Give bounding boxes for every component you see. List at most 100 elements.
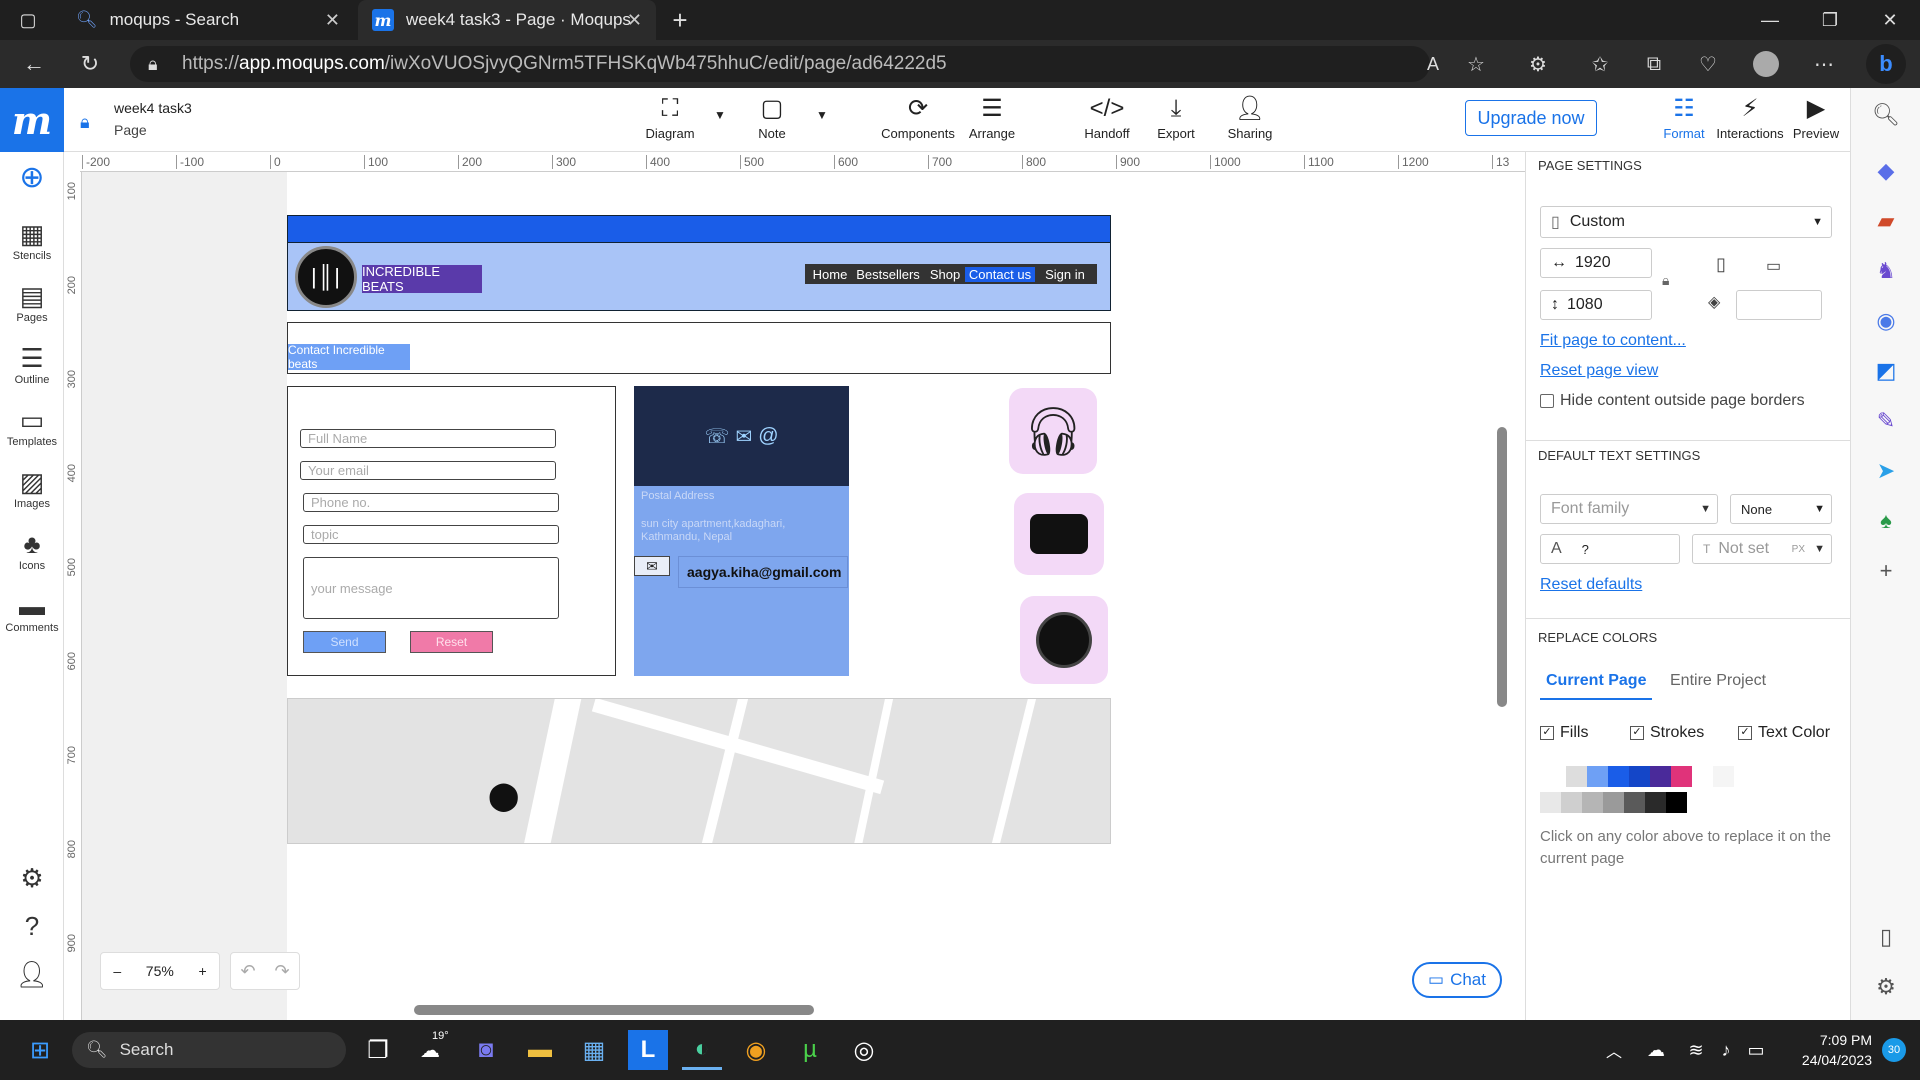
note-button[interactable]: ▢ Note	[732, 92, 812, 141]
font-size-field[interactable]: T Not set PX ▼	[1692, 534, 1832, 564]
color-swatch[interactable]	[1608, 766, 1629, 787]
chevron-down-icon[interactable]: ▼	[816, 108, 828, 122]
color-swatch[interactable]	[1561, 792, 1582, 813]
text-color-field[interactable]: A?	[1540, 534, 1680, 564]
nav-shop[interactable]: Shop	[925, 267, 965, 282]
windows-start-icon[interactable]: ⊞	[20, 1030, 60, 1070]
help-button[interactable]: ?	[0, 910, 64, 942]
color-swatch[interactable]	[1566, 766, 1587, 787]
send-icon[interactable]: ➤	[1851, 458, 1920, 484]
file-explorer-icon[interactable]: ▬	[520, 1030, 560, 1070]
color-swatch[interactable]	[1624, 792, 1645, 813]
color-swatch[interactable]	[1582, 792, 1603, 813]
color-swatch[interactable]	[1540, 792, 1561, 813]
nav-sign-in[interactable]: Sign in	[1035, 267, 1095, 282]
undo-icon[interactable]: ↶	[240, 961, 255, 982]
rail-images[interactable]: ▨ Images	[0, 466, 64, 510]
vertical-scrollbar[interactable]	[1497, 427, 1507, 707]
rail-stencils[interactable]: ▦ Stencils	[0, 218, 64, 262]
color-swatch[interactable]	[1671, 766, 1692, 787]
maximize-button[interactable]: ❐	[1800, 0, 1860, 40]
search-icon[interactable]: 🔍︎	[1851, 102, 1920, 128]
tab-entire-project[interactable]: Entire Project	[1670, 672, 1766, 690]
add-favorite-icon[interactable]: ☆	[1458, 46, 1494, 82]
page-width-input[interactable]: ↔ 1920	[1540, 248, 1652, 278]
toolbox-icon[interactable]: ▰	[1851, 208, 1920, 234]
utorrent-icon[interactable]: µ	[790, 1030, 830, 1070]
lock-ratio-icon[interactable]: 🔒︎	[1662, 272, 1669, 289]
back-icon[interactable]: ←	[16, 46, 52, 82]
new-tab-button[interactable]: +	[660, 0, 700, 40]
taskbar-search[interactable]: 🔍︎ Search	[72, 1032, 346, 1068]
profile-avatar[interactable]	[1748, 46, 1784, 82]
sharing-button[interactable]: 👤︎ Sharing	[1210, 92, 1290, 141]
moqups-logo[interactable]: m	[0, 88, 64, 152]
refresh-icon[interactable]: ↻	[72, 46, 108, 82]
upgrade-now-button[interactable]: Upgrade now	[1465, 100, 1597, 136]
canvas[interactable]: |║| INCREDIBLE BEATS Home Bestsellers Sh…	[82, 172, 1507, 1020]
reset-button[interactable]: Reset	[410, 631, 493, 653]
tab-week4-task3[interactable]: m week4 task3 - Page · Moqups ✕	[358, 0, 656, 40]
full-name-input[interactable]: Full Name	[300, 429, 556, 448]
clock[interactable]: 7:09 PM 24/04/2023	[1776, 1030, 1872, 1070]
zoom-level[interactable]: 75%	[146, 963, 174, 979]
rail-pages[interactable]: ▤ Pages	[0, 280, 64, 324]
arrange-button[interactable]: ☰ Arrange	[952, 92, 1032, 141]
sidebar-toggle-icon[interactable]: ▢	[0, 0, 56, 40]
close-window-button[interactable]: ✕	[1860, 0, 1920, 40]
font-family-select[interactable]: Font family ▼	[1540, 494, 1718, 524]
rail-comments[interactable]: ▬ Comments	[0, 590, 64, 634]
nav-home[interactable]: Home	[809, 267, 851, 282]
cloud-icon[interactable]: ☁	[1636, 1030, 1676, 1070]
designer-icon[interactable]: ✎	[1851, 408, 1920, 434]
chevron-down-icon[interactable]: ▼	[714, 108, 726, 122]
chat-button[interactable]: ▭ Chat	[1412, 962, 1502, 998]
favorites-icon[interactable]: ✩	[1582, 46, 1618, 82]
tree-icon[interactable]: ♠	[1851, 508, 1920, 534]
landscape-icon[interactable]: ▭	[1766, 256, 1781, 276]
handoff-button[interactable]: </> Handoff	[1067, 92, 1147, 141]
user-avatar[interactable]: 👤︎	[0, 958, 64, 990]
color-swatch[interactable]	[1587, 766, 1608, 787]
games-icon[interactable]: ♞	[1851, 258, 1920, 284]
fill-color-icon[interactable]: ◈	[1708, 292, 1720, 312]
bing-icon[interactable]: b	[1866, 44, 1906, 84]
teams-icon[interactable]: ◙	[466, 1030, 506, 1070]
copilot-icon[interactable]: ◉	[1851, 308, 1920, 334]
add-button[interactable]: ⊕	[0, 162, 64, 194]
minimize-button[interactable]: —	[1740, 0, 1800, 40]
settings-button[interactable]: ⚙	[0, 862, 64, 894]
portrait-icon[interactable]: ▯	[1716, 254, 1726, 275]
fills-checkbox[interactable]: ✓ Fills	[1540, 724, 1588, 742]
topic-input[interactable]: topic	[303, 525, 559, 544]
project-name[interactable]: week4 task3	[114, 100, 192, 116]
battery-icon[interactable]: ▭	[1736, 1030, 1776, 1070]
chevron-up-icon[interactable]: ︿	[1594, 1030, 1634, 1070]
task-view-icon[interactable]: ❐	[358, 1030, 398, 1070]
diagram-button[interactable]: ⛶ Diagram	[630, 92, 710, 141]
obs-icon[interactable]: ◎	[844, 1030, 884, 1070]
rail-templates[interactable]: ▭ Templates	[0, 404, 64, 448]
color-swatch[interactable]	[1603, 792, 1624, 813]
fit-page-link[interactable]: Fit page to content...	[1540, 332, 1686, 350]
lock-icon[interactable]: 🔒︎	[80, 112, 90, 133]
more-menu-icon[interactable]: ⋯	[1806, 46, 1842, 82]
close-tab-icon[interactable]: ✕	[627, 10, 642, 31]
send-button[interactable]: Send	[303, 631, 386, 653]
email-input[interactable]: Your email	[300, 461, 556, 480]
color-swatch[interactable]	[1713, 766, 1734, 787]
message-textarea[interactable]: your message	[303, 557, 559, 619]
color-swatch[interactable]	[1629, 766, 1650, 787]
outlook-icon[interactable]: ◩	[1851, 358, 1920, 384]
notification-badge[interactable]: 30	[1882, 1038, 1906, 1062]
color-swatch[interactable]	[1666, 792, 1687, 813]
l-app-icon[interactable]: L	[628, 1030, 668, 1070]
read-aloud-icon[interactable]: A	[1415, 46, 1451, 82]
store-icon[interactable]: ▦	[574, 1030, 614, 1070]
gear-icon[interactable]: ⚙	[1851, 974, 1920, 1000]
tag-icon[interactable]: ◆	[1851, 158, 1920, 184]
zoom-in-button[interactable]: +	[198, 963, 206, 979]
nav-contact-us[interactable]: Contact us	[965, 266, 1035, 282]
page-fill-swatch[interactable]	[1736, 290, 1822, 320]
hide-outside-checkbox[interactable]: Hide content outside page borders	[1540, 392, 1805, 410]
